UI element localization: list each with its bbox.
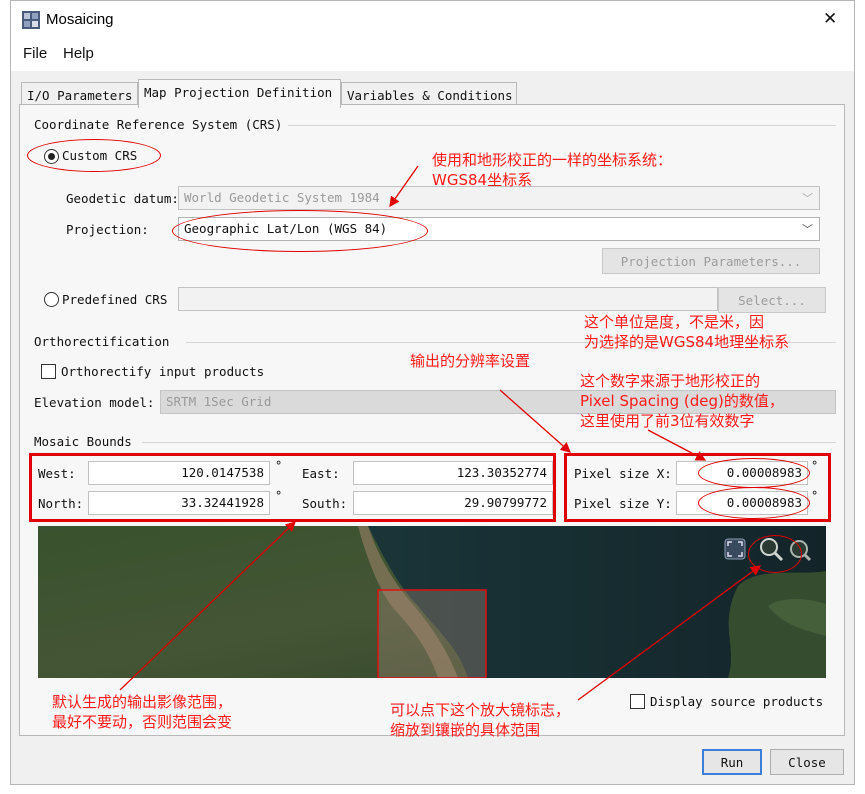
orthorectify-label[interactable]: Orthorectify input products xyxy=(61,364,264,379)
run-button[interactable]: Run xyxy=(702,749,762,775)
projection-parameters-button[interactable]: Projection Parameters... xyxy=(602,248,820,274)
crs-annotation-line2: WGS84坐标系 xyxy=(432,171,533,189)
crs-group-divider xyxy=(288,125,836,126)
source-annotation-line3: 这里使用了前3位有效数字 xyxy=(580,412,755,430)
menu-file[interactable]: File xyxy=(19,45,51,62)
zoom-all-icon[interactable] xyxy=(724,538,746,560)
bounds-group-title: Mosaic Bounds xyxy=(34,434,132,449)
geodetic-datum-select: World Geodetic System 1984 ﹀ xyxy=(178,186,820,210)
display-source-checkbox[interactable] xyxy=(630,694,645,709)
select-crs-button[interactable]: Select... xyxy=(718,287,826,313)
elevation-model-label: Elevation model: xyxy=(34,395,155,410)
unit-annotation-line2: 为选择的是WGS84地理坐标系 xyxy=(584,333,790,351)
bounds-group-divider xyxy=(142,442,836,443)
projection-highlight xyxy=(172,210,428,252)
orthorectify-checkbox[interactable] xyxy=(41,364,56,379)
source-annotation-line2: Pixel Spacing (deg)的数值， xyxy=(580,392,784,410)
ortho-group-title: Orthorectification xyxy=(34,334,170,349)
close-button[interactable]: Close xyxy=(770,749,844,775)
chevron-down-icon: ﹀ xyxy=(802,192,813,205)
chevron-down-icon: ﹀ xyxy=(802,223,813,236)
pixel-y-highlight xyxy=(698,487,810,519)
projection-label: Projection: xyxy=(66,222,149,237)
unit-annotation-line1: 这个单位是度，不是米，因 xyxy=(584,313,765,331)
display-source-label[interactable]: Display source products xyxy=(650,694,823,709)
geodetic-datum-label: Geodetic datum: xyxy=(66,191,179,206)
bounds-annotation-line2: 最好不要动，否则范围会变 xyxy=(52,713,233,731)
predefined-crs-label[interactable]: Predefined CRS xyxy=(62,292,167,307)
zoom-icon-highlight xyxy=(748,535,802,573)
bounds-highlight-box xyxy=(29,453,556,522)
tab-map-projection[interactable]: Map Projection Definition xyxy=(138,79,341,108)
crs-annotation-line1: 使用和地形校正的一样的坐标系统： xyxy=(432,151,673,169)
bounds-annotation-line1: 默认生成的输出影像范围， xyxy=(52,693,233,711)
predefined-crs-field xyxy=(178,287,718,311)
zoom-annotation-line2: 缩放到镶嵌的具体范围 xyxy=(390,721,541,739)
close-window-icon[interactable]: ✕ xyxy=(823,9,837,29)
predefined-crs-radio[interactable] xyxy=(44,292,59,307)
menu-bar: File Help xyxy=(11,39,854,71)
resolution-annotation: 输出的分辨率设置 xyxy=(410,352,531,370)
app-icon xyxy=(22,11,40,29)
menu-help[interactable]: Help xyxy=(59,45,98,62)
window-title: Mosaicing xyxy=(46,11,114,28)
crs-group-title: Coordinate Reference System (CRS) xyxy=(34,117,283,132)
custom-crs-highlight xyxy=(27,139,161,172)
zoom-annotation-line1: 可以点下这个放大镜标志， xyxy=(390,701,571,719)
satellite-image xyxy=(38,526,826,678)
pixel-x-highlight xyxy=(698,458,810,488)
title-bar: Mosaicing ✕ xyxy=(11,1,854,39)
mosaic-map-preview[interactable] xyxy=(38,526,826,678)
source-annotation-line1: 这个数字来源于地形校正的 xyxy=(580,372,761,390)
